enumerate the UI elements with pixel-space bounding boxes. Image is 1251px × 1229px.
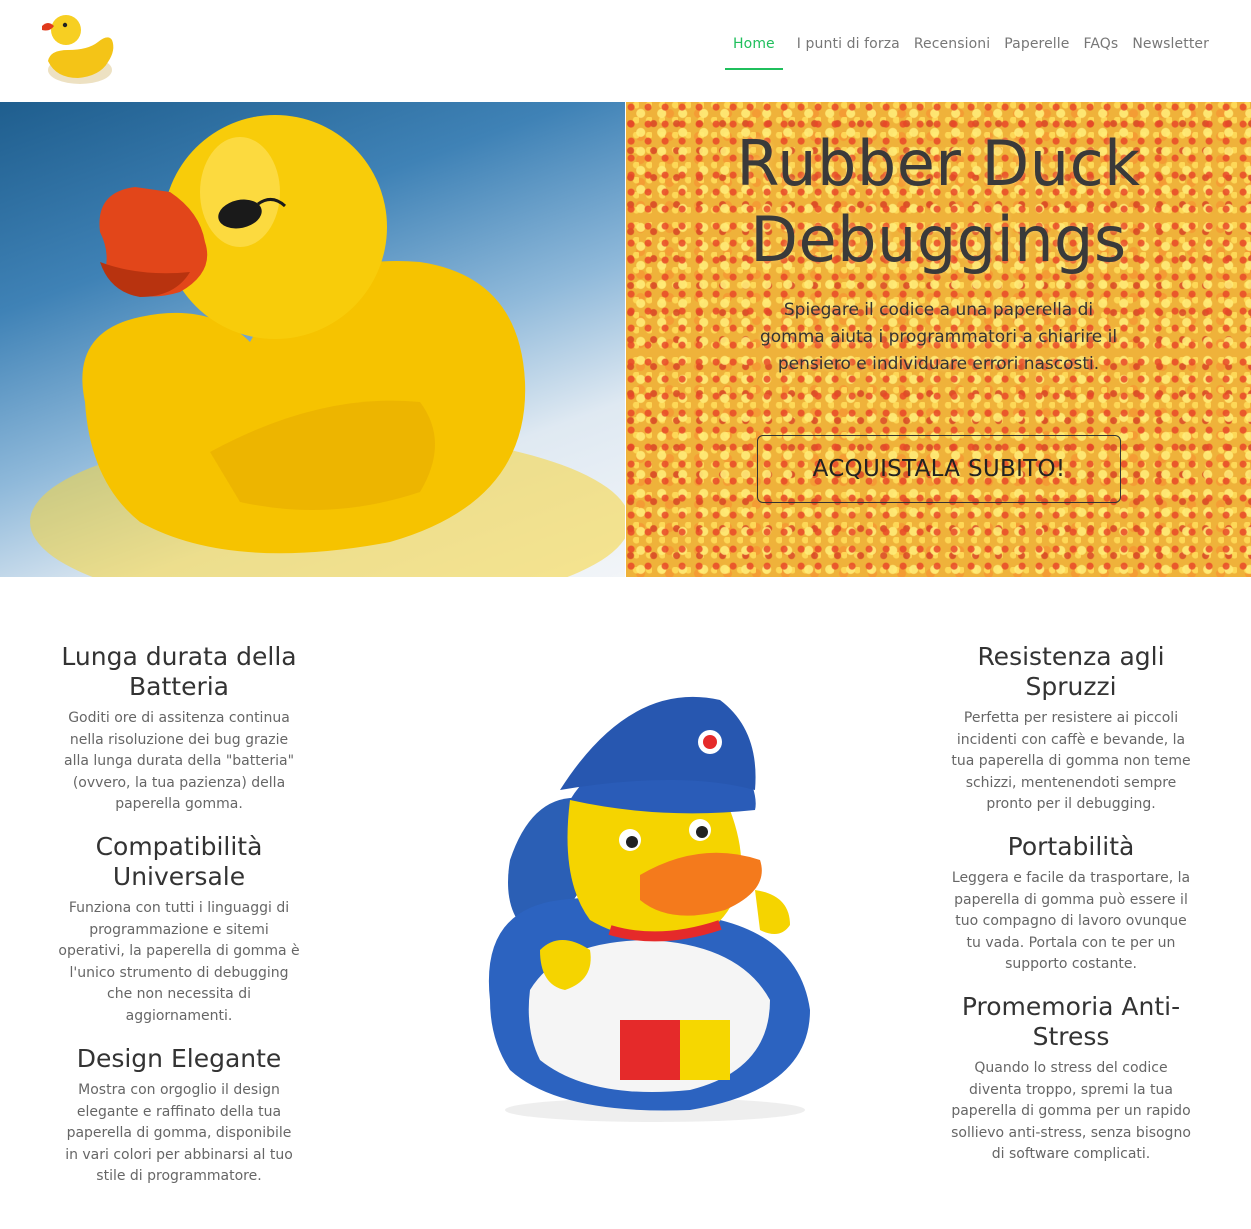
feature-title: Promemoria Anti-Stress	[961, 992, 1181, 1051]
hero-section: Rubber Duck Debuggings Spiegare il codic…	[0, 102, 1251, 577]
hero-title-line2: Debuggings	[750, 203, 1127, 276]
hero-title-line1: Rubber Duck	[736, 127, 1141, 200]
feature-splash-resistance: Resistenza agli Spruzzi Perfetta per res…	[946, 642, 1196, 816]
site-header: Home I punti di forza Recensioni Paperel…	[0, 0, 1251, 102]
feature-title: Design Elegante	[76, 1044, 282, 1073]
feature-title: Lunga durata della Batteria	[61, 642, 297, 701]
yellow-rubber-duck-image	[30, 115, 625, 577]
buy-now-button[interactable]: ACQUISTALA SUBITO!	[757, 435, 1121, 503]
nav-paperelle[interactable]: Paperelle	[1004, 36, 1069, 70]
rubber-duck-logo[interactable]	[38, 6, 116, 88]
feature-text: Goditi ore di assitenza continua nella r…	[63, 710, 295, 813]
feature-text: Quando lo stress del codice diventa trop…	[951, 1060, 1191, 1163]
hero-duck-photo	[0, 102, 625, 577]
feature-title: Portabilità	[1007, 832, 1135, 861]
feature-text: Mostra con orgoglio il design elegante e…	[65, 1082, 293, 1185]
feature-title: Resistenza agli Spruzzi	[977, 642, 1165, 701]
feature-design: Design Elegante Mostra con orgoglio il d…	[58, 1044, 300, 1188]
feature-anti-stress: Promemoria Anti-Stress Quando lo stress …	[946, 992, 1196, 1166]
feature-title: Compatibilità Universale	[95, 832, 263, 891]
feature-text: Leggera e facile da trasportare, la pape…	[951, 870, 1191, 973]
feature-text: Funziona con tutti i linguaggi di progra…	[58, 900, 300, 1024]
feature-battery: Lunga durata della Batteria Goditi ore d…	[58, 642, 300, 816]
feature-portability: Portabilità Leggera e facile da trasport…	[946, 832, 1196, 976]
nav-punti-di-forza[interactable]: I punti di forza	[797, 36, 900, 70]
nav-home[interactable]: Home	[725, 36, 783, 70]
nav-faqs[interactable]: FAQs	[1084, 36, 1119, 70]
main-nav: Home I punti di forza Recensioni Paperel…	[725, 36, 1209, 70]
nav-newsletter[interactable]: Newsletter	[1132, 36, 1209, 70]
hero-subtitle: Spiegare il codice a una paperella di go…	[759, 300, 1118, 374]
feature-text: Perfetta per resistere ai piccoli incide…	[951, 710, 1191, 813]
napoleon-rubber-duck-image	[488, 696, 810, 1122]
feature-compatibility: Compatibilità Universale Funziona con tu…	[58, 832, 300, 1028]
nav-recensioni[interactable]: Recensioni	[914, 36, 990, 70]
hero-title: Rubber Duck Debuggings	[626, 126, 1251, 278]
hero-banner: Rubber Duck Debuggings Spiegare il codic…	[626, 102, 1251, 577]
